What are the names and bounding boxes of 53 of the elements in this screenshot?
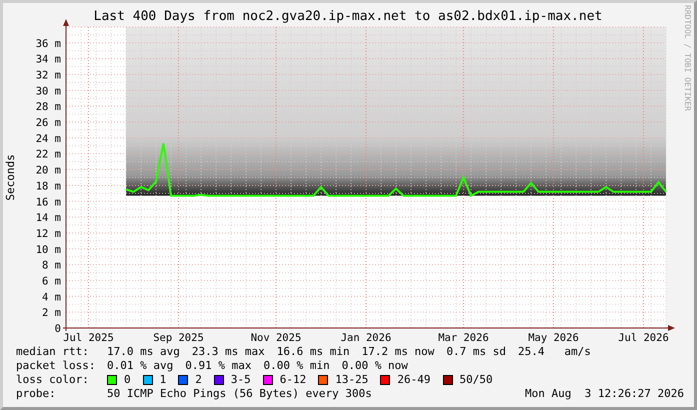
loss-range-label: 13-25 [335,373,368,387]
credit-text: RRDTOOL / TOBI OETIKER [683,5,692,111]
stat-value: 17.0 ms avg [107,345,180,359]
x-tick-label: May 2026 [528,332,579,344]
y-tick-label: 8 m [42,260,61,272]
stat-value: 25.4 am/s [518,345,591,359]
y-tick-label: 4 m [42,291,61,304]
x-tick-label: Jan 2026 [340,332,392,344]
y-tick-label: 22 m [36,148,61,161]
loss-range-label: 3-5 [230,373,251,387]
y-tick-label: 20 m [36,164,61,177]
legend-label: probe: [16,387,57,401]
y-tick-label: 24 m [36,132,61,145]
y-tick-label: 28 m [36,101,61,114]
loss-range-label: 2 [195,373,202,387]
y-tick-label: 6 m [42,275,61,288]
loss-range-label: 26-49 [397,373,430,387]
y-tick-label: 26 m [36,117,61,130]
y-tick-label: 32 m [36,70,61,82]
stat-value: 16.6 ms min [276,345,350,359]
chart-title: Last 400 Days from noc2.gva20.ip-max.net to as02.bdx01.ip-max.net [94,9,602,24]
loss-range-label: 50/50 [460,373,493,387]
loss-range-label: 1 [160,373,166,387]
legend-label: median rtt: [16,345,90,359]
y-tick-label: 36 m [36,38,61,50]
y-tick-label: 16 m [36,196,61,208]
y-axis-label: Seconds [4,154,17,201]
probe-text: 50 ICMP Echo Pings (56 Bytes) every 300s [107,387,372,401]
y-tick-label: 18 m [36,180,61,192]
x-tick-label: Jul 2026 [618,332,669,344]
y-tick-label: 34 m [36,54,61,66]
stat-value: 17.2 ms now [362,345,434,359]
stat-value: 23.3 ms max [192,345,265,359]
stat-value: 0.00 % now [342,359,408,373]
x-tick-label: Mar 2026 [438,332,489,344]
stat-value: 0.91 % max [185,359,252,373]
y-tick-label: 12 m [36,228,61,240]
y-tick-label: 30 m [36,85,61,98]
loss-range-label: 6-12 [280,373,306,387]
y-tick-label: 0 [54,323,61,335]
legend-label: packet loss: [16,359,96,373]
timestamp: Mon Aug 3 12:26:27 2026 [525,387,684,401]
x-tick-label: Sep 2025 [153,332,204,344]
loss-range-label: 0 [124,373,131,387]
y-tick-label: 14 m [36,212,61,224]
stat-value: 0.7 ms sd [446,345,506,359]
x-tick-label: Nov 2025 [250,332,302,344]
legend-label: loss color: [16,373,90,387]
y-tick-label: 10 m [36,244,61,256]
stat-value: 0.00 % min [263,359,330,373]
stat-value: 0.01 % avg [107,359,174,373]
y-tick-label: 2 m [42,307,61,320]
x-tick-label: Jul 2025 [63,332,114,344]
